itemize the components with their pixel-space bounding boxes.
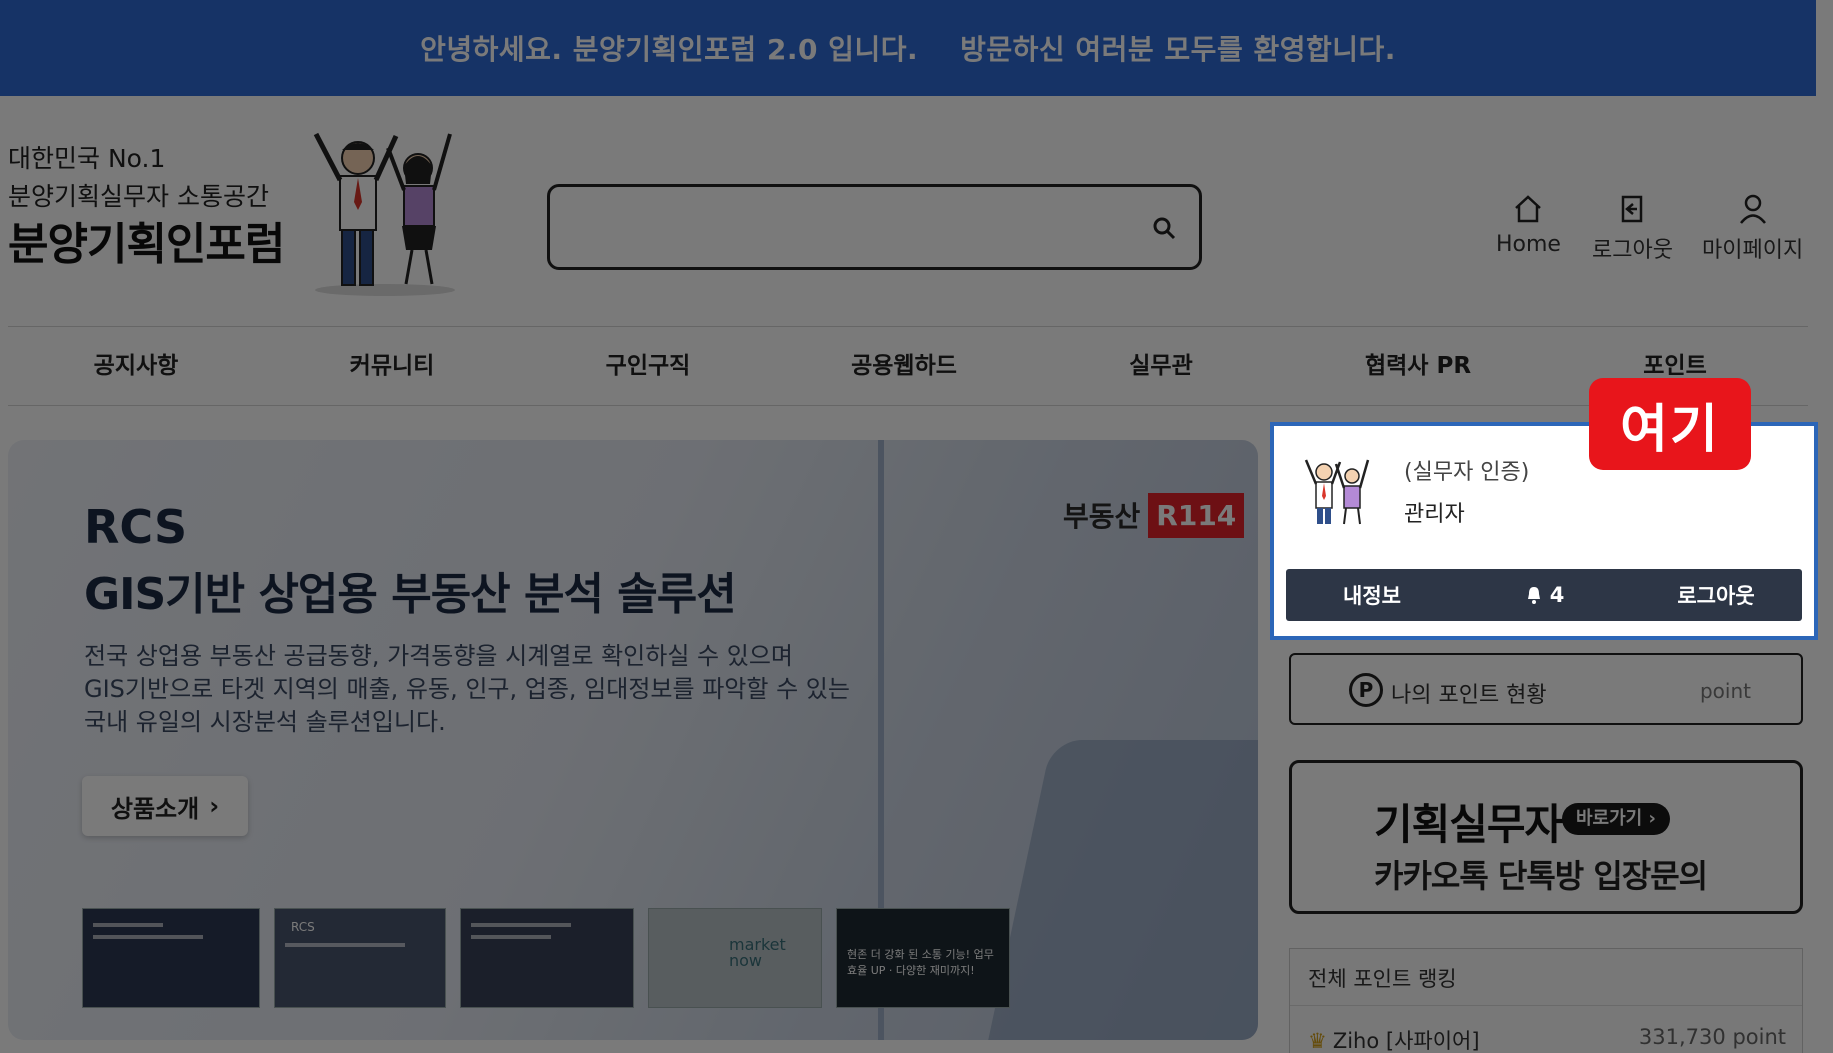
ranking-user-name: Ziho [사파이어] <box>1332 1029 1480 1053</box>
card-logout-label: 로그아웃 <box>1677 584 1755 608</box>
mascot-illustration <box>313 132 455 296</box>
hero-description: 전국 상업용 부동산 공급동향, 가격동향을 시계열로 확인하실 수 있으며 G… <box>84 640 850 739</box>
kakao-chat-banner[interactable]: 기획실무자 바로가기 › 카카오톡 단톡방 입장문의 <box>1289 760 1803 914</box>
kakao-banner-title: 기획실무자 <box>1374 800 1563 849</box>
hero-desc-line: GIS기반으로 타겟 지역의 매출, 유동, 인구, 업종, 임대정보를 파악할… <box>84 675 850 703</box>
hero-desc-line: 국내 유일의 시장분석 솔루션입니다. <box>84 708 446 736</box>
product-intro-label: 상품소개 <box>110 794 200 823</box>
logout-icon <box>1622 195 1643 223</box>
thumbnail-caption: market now <box>729 935 786 970</box>
here-callout-badge: 여기 <box>1589 378 1751 470</box>
hero-thumbnail-1[interactable] <box>82 908 260 1008</box>
hero-thumbnail-3[interactable] <box>460 908 634 1008</box>
home-label: Home <box>1496 232 1561 257</box>
hero-thumbnail-2[interactable]: RCS <box>274 908 446 1008</box>
nav-community[interactable]: 커뮤니티 <box>350 330 435 402</box>
ranking-title: 전체 포인트 랭킹 <box>1308 967 1457 991</box>
nav-divider <box>8 405 1808 406</box>
my-points-label: 나의 포인트 현황 <box>1391 683 1547 708</box>
point-ranking-panel: 전체 포인트 랭킹 ♛ Ziho [사파이어] 331,730 point <box>1289 948 1803 1053</box>
my-info-button[interactable]: 내정보 <box>1286 580 1458 610</box>
welcome-message-1: 안녕하세요. 분양기획인포럼 2.0 입니다. <box>420 33 919 66</box>
kakao-go-button[interactable]: 바로가기 › <box>1562 803 1670 835</box>
user-action-bar: 내정보 4 로그아웃 <box>1286 569 1802 621</box>
card-logout-button[interactable]: 로그아웃 <box>1630 580 1802 610</box>
header-divider <box>8 326 1808 327</box>
chevron-right-icon: › <box>209 792 220 820</box>
my-points-unit: point <box>1699 679 1751 703</box>
user-icon <box>1739 194 1766 224</box>
header-mypage-link[interactable]: 마이페이지 <box>1702 192 1803 272</box>
user-certification: (실무자 인증) <box>1404 460 1530 485</box>
nav-webhard[interactable]: 공용웹하드 <box>851 330 957 402</box>
hero-banner[interactable]: RCS GIS기반 상업용 부동산 분석 솔루션 전국 상업용 부동산 공급동향… <box>8 440 1258 1040</box>
hero-thumbnail-strip: RCS market now 현존 더 강화 된 소통 기능! 업무효율 UP … <box>82 908 1182 1008</box>
nav-partner-pr[interactable]: 협력사 PR <box>1365 330 1471 402</box>
search-input[interactable] <box>570 207 1110 249</box>
welcome-message-2: 방문하신 여러분 모두를 환영합니다. <box>960 33 1396 66</box>
thumbnail-caption: RCS <box>291 920 315 934</box>
nav-practice[interactable]: 실무관 <box>1129 330 1192 402</box>
header-home-link[interactable]: Home <box>1496 192 1561 272</box>
my-points-panel[interactable]: P 나의 포인트 현황 point <box>1289 653 1803 725</box>
nav-jobs[interactable]: 구인구직 <box>606 330 691 402</box>
my-info-label: 내정보 <box>1343 584 1401 608</box>
crown-icon: ♛ <box>1308 1029 1327 1053</box>
top-welcome-banner: 안녕하세요. 분양기획인포럼 2.0 입니다. 방문하신 여러분 모두를 환영합… <box>0 0 1816 96</box>
user-name: 관리자 <box>1404 502 1465 527</box>
bell-icon <box>1527 587 1540 604</box>
main-navigation: 공지사항 커뮤니티 구인구직 공용웹하드 실무관 협력사 PR 포인트 <box>0 330 1816 402</box>
ranking-row[interactable]: ♛ Ziho [사파이어] 331,730 point <box>1308 1025 1786 1053</box>
header-logout-link[interactable]: 로그아웃 <box>1592 192 1673 272</box>
kakao-banner-subtitle: 카카오톡 단톡방 입장문의 <box>1374 857 1708 895</box>
hero-thumbnail-4[interactable]: market now <box>648 908 822 1008</box>
mypage-label: 마이페이지 <box>1702 238 1804 263</box>
user-avatar <box>1304 459 1370 525</box>
thumbnail-caption: 현존 더 강화 된 소통 기능! 업무효율 UP · 다양한 재미까지! <box>847 948 994 977</box>
hero-subtitle: GIS기반 상업용 부동산 분석 솔루션 <box>84 569 737 620</box>
ranking-user-points: 331,730 point <box>1638 1025 1786 1049</box>
notification-count: 4 <box>1549 583 1565 607</box>
hero-thumbnail-5[interactable]: 현존 더 강화 된 소통 기능! 업무효율 UP · 다양한 재미까지! <box>836 908 1010 1008</box>
hero-desc-line: 전국 상업용 부동산 공급동향, 가격동향을 시계열로 확인하실 수 있으며 <box>84 642 793 670</box>
point-icon: P <box>1349 673 1383 707</box>
r114-logo-badge: R114 <box>1148 492 1245 538</box>
site-search[interactable] <box>547 184 1202 270</box>
product-intro-button[interactable]: 상품소개 › <box>82 776 248 836</box>
r114-logo-text: 부동산 <box>1063 500 1141 533</box>
logout-label: 로그아웃 <box>1592 238 1673 263</box>
nav-notice[interactable]: 공지사항 <box>94 330 179 402</box>
r114-logo: 부동산 R114 <box>1063 486 1245 544</box>
hero-title: RCS <box>84 500 188 554</box>
notification-button[interactable]: 4 <box>1458 583 1630 607</box>
ranking-divider <box>1290 1005 1802 1006</box>
home-icon <box>1515 195 1542 223</box>
search-icon[interactable] <box>1151 215 1177 241</box>
